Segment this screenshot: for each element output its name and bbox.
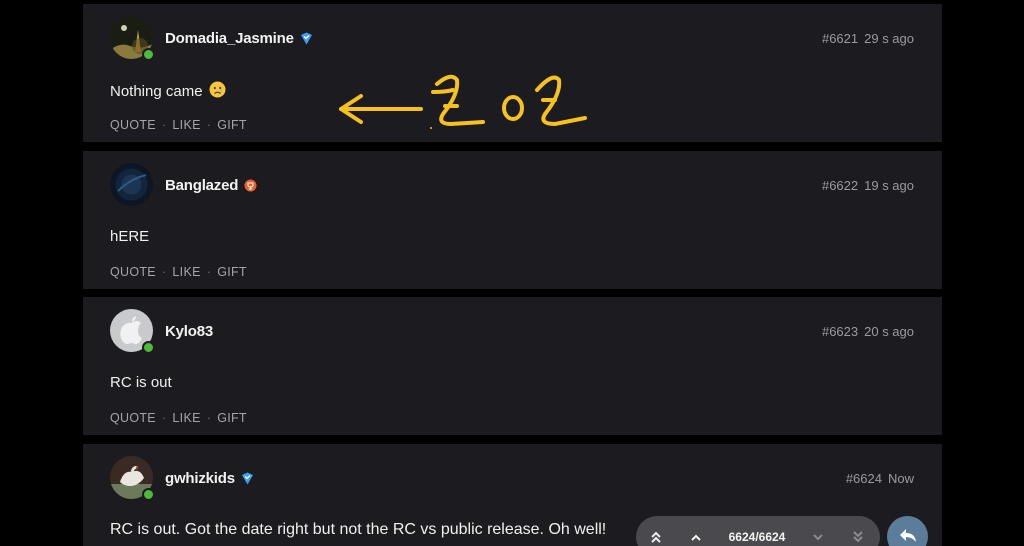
lol-handwritten-annotation bbox=[339, 74, 587, 129]
post-navigation-bar: 6624/6624 bbox=[636, 516, 880, 546]
post-meta: #6621 29 s ago bbox=[822, 31, 914, 46]
double-chevron-down-icon bbox=[853, 531, 863, 543]
like-button[interactable]: LIKE bbox=[172, 265, 200, 279]
post-position-indicator[interactable]: 6624/6624 bbox=[716, 526, 798, 546]
gift-button[interactable]: GIFT bbox=[217, 411, 247, 425]
sad-face-emoji bbox=[209, 81, 226, 102]
post-number[interactable]: #6622 bbox=[822, 178, 858, 193]
separator: · bbox=[161, 118, 167, 132]
avatar[interactable] bbox=[110, 456, 155, 501]
trophy-icon bbox=[244, 179, 257, 192]
post-number[interactable]: #6623 bbox=[822, 324, 858, 339]
post-body: Nothing came bbox=[110, 81, 226, 102]
post-card: Banglazed #6622 19 s ago hERE QUOTE · LIK… bbox=[83, 151, 942, 289]
post-meta: #6623 20 s ago bbox=[822, 324, 914, 339]
post-number[interactable]: #6624 bbox=[846, 471, 882, 486]
username[interactable]: Domadia_Jasmine bbox=[165, 30, 313, 47]
avatar[interactable] bbox=[110, 16, 155, 61]
post-body: RC is out bbox=[110, 374, 172, 391]
post-body-text: hERE bbox=[110, 228, 150, 245]
post-actions: QUOTE · LIKE · GIFT bbox=[110, 411, 247, 425]
post-card: Domadia_Jasmine #6621 29 s ago Nothing ca… bbox=[83, 4, 942, 142]
username[interactable]: Banglazed bbox=[165, 177, 257, 194]
gift-button[interactable]: GIFT bbox=[217, 265, 247, 279]
previous-post-button[interactable] bbox=[676, 526, 716, 546]
post-body-text: Nothing came bbox=[110, 83, 203, 100]
username-text[interactable]: Banglazed bbox=[165, 177, 238, 194]
post-number[interactable]: #6621 bbox=[822, 31, 858, 46]
post-body-text: RC is out bbox=[110, 374, 172, 391]
post-time: 20 s ago bbox=[864, 324, 914, 339]
post-time: 29 s ago bbox=[864, 31, 914, 46]
online-status-dot bbox=[142, 341, 155, 354]
username[interactable]: Kylo83 bbox=[165, 323, 213, 340]
quote-button[interactable]: QUOTE bbox=[110, 411, 156, 425]
separator: · bbox=[161, 265, 167, 279]
online-status-dot bbox=[142, 48, 155, 61]
post-meta: #6624 Now bbox=[846, 471, 914, 486]
avatar-image bbox=[110, 163, 153, 206]
online-status-dot bbox=[142, 488, 155, 501]
verified-icon bbox=[241, 472, 254, 485]
post-body: RC is out. Got the date right but not th… bbox=[110, 521, 606, 539]
gift-button[interactable]: GIFT bbox=[217, 118, 247, 132]
post-body: hERE bbox=[110, 228, 149, 245]
post-card: Kylo83 #6623 20 s ago RC is out QUOTE · L… bbox=[83, 297, 942, 435]
avatar[interactable] bbox=[110, 309, 155, 354]
separator: · bbox=[161, 411, 167, 425]
reply-arrow-icon bbox=[899, 529, 916, 542]
post-actions: QUOTE · LIKE · GIFT bbox=[110, 118, 247, 132]
username-text[interactable]: Kylo83 bbox=[165, 323, 213, 340]
post-body-text: RC is out. Got the date right but not th… bbox=[110, 521, 607, 538]
jump-to-first-button[interactable] bbox=[636, 526, 676, 546]
quote-button[interactable]: QUOTE bbox=[110, 265, 156, 279]
chevron-down-icon bbox=[813, 534, 823, 541]
post-actions: QUOTE · LIKE · GIFT bbox=[110, 265, 247, 279]
separator: · bbox=[206, 265, 212, 279]
username-text[interactable]: gwhizkids bbox=[165, 470, 235, 487]
double-chevron-up-icon bbox=[651, 531, 661, 543]
quote-button[interactable]: QUOTE bbox=[110, 118, 156, 132]
chevron-up-icon bbox=[691, 534, 701, 541]
like-button[interactable]: LIKE bbox=[172, 118, 200, 132]
avatar[interactable] bbox=[110, 163, 153, 206]
post-time: 19 s ago bbox=[864, 178, 914, 193]
next-post-button[interactable] bbox=[798, 526, 838, 546]
like-button[interactable]: LIKE bbox=[172, 411, 200, 425]
username[interactable]: gwhizkids bbox=[165, 470, 254, 487]
jump-to-last-button[interactable] bbox=[838, 526, 878, 546]
username-text[interactable]: Domadia_Jasmine bbox=[165, 30, 294, 47]
separator: · bbox=[206, 411, 212, 425]
separator: · bbox=[206, 118, 212, 132]
verified-icon bbox=[300, 32, 313, 45]
post-meta: #6622 19 s ago bbox=[822, 178, 914, 193]
post-time: Now bbox=[887, 471, 914, 486]
